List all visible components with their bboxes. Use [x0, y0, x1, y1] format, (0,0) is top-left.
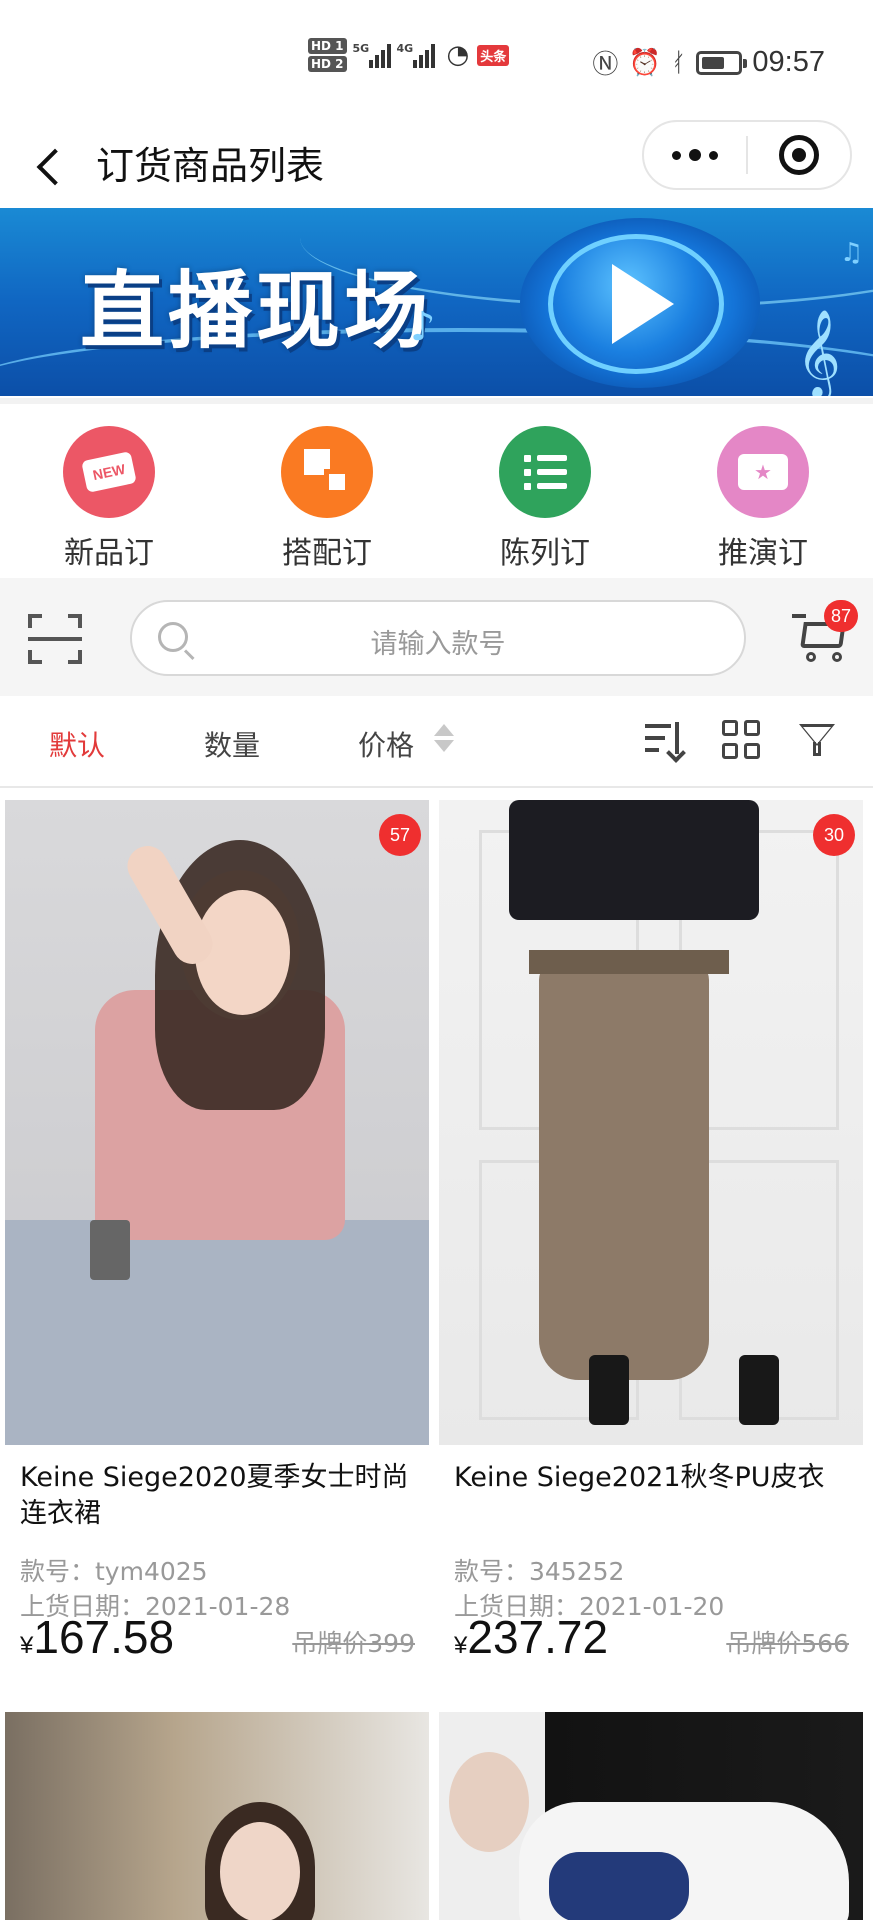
cart-badge: 87	[824, 600, 858, 632]
category-label: 搭配订	[282, 536, 372, 571]
product-style-no: 款号：tym4025	[20, 1557, 208, 1586]
page-title: 订货商品列表	[96, 144, 325, 188]
category-new-order[interactable]: NEW 新品订	[0, 404, 218, 578]
hd1-label: HD 1	[308, 38, 347, 54]
network-indicators: HD 1 HD 2 5G 4G ◔ 头条	[308, 38, 510, 72]
order-count-badge: 57	[379, 814, 421, 856]
battery-icon	[696, 50, 748, 75]
tag-price: 吊牌价566	[726, 1629, 849, 1658]
filter-icon[interactable]	[797, 720, 837, 760]
hd-icons: HD 1 HD 2	[308, 38, 347, 72]
product-card[interactable]	[5, 1712, 429, 1920]
category-label: 陈列订	[500, 536, 590, 571]
grid-view-icon[interactable]	[722, 720, 762, 760]
product-name: Keine Siege2021秋冬PU皮衣	[454, 1462, 825, 1493]
more-icon[interactable]	[644, 122, 746, 188]
toutiao-badge: 头条	[477, 44, 510, 66]
hd2-label: HD 2	[308, 56, 347, 72]
bluetooth-icon: ᚰ	[670, 47, 687, 78]
product-price: ¥167.58	[20, 1611, 175, 1663]
music-note-icon: ♫	[840, 238, 864, 268]
category-row: NEW 新品订 搭配订 陈列订 ★ 推演订	[0, 398, 873, 578]
sort-arrows-icon[interactable]	[434, 724, 454, 756]
category-label: 新品订	[64, 536, 154, 571]
play-icon	[548, 234, 724, 374]
clock: 09:57	[752, 46, 825, 78]
order-count-badge: 30	[813, 814, 855, 856]
product-image	[5, 800, 429, 1445]
product-image	[439, 800, 863, 1445]
product-card[interactable]	[439, 1712, 863, 1920]
match-icon	[281, 426, 373, 518]
wifi-icon: ◔	[446, 40, 470, 70]
close-miniprogram-icon[interactable]	[748, 122, 850, 188]
live-banner[interactable]: 直播现场 ♪ ♫ 𝄞	[0, 208, 873, 396]
category-label: 推演订	[718, 536, 808, 571]
nfc-icon: Ⓝ	[592, 50, 619, 80]
product-card[interactable]: 57 Keine Siege2020夏季女士时尚连衣裙 款号：tym4025 上…	[5, 800, 429, 1700]
system-icons: Ⓝ ⏰ ᚰ 09:57	[592, 44, 825, 81]
category-display-order[interactable]: 陈列订	[436, 404, 654, 578]
miniprogram-capsule	[642, 120, 852, 190]
list-icon	[499, 426, 591, 518]
product-style-no: 款号：345252	[454, 1557, 625, 1586]
sort-order-icon[interactable]	[645, 720, 685, 760]
sort-price-tab[interactable]: 价格	[358, 724, 414, 764]
sort-default-tab[interactable]: 默认	[49, 724, 105, 764]
signal-4g-icon: 4G	[397, 42, 435, 68]
tag-price: 吊牌价399	[292, 1629, 415, 1658]
back-icon[interactable]	[30, 134, 70, 194]
search-input[interactable]: 请输入款号	[130, 600, 746, 676]
search-placeholder: 请输入款号	[370, 629, 506, 660]
new-tag-icon: NEW	[63, 426, 155, 518]
music-note-icon: ♪	[410, 304, 436, 350]
banner-title: 直播现场	[80, 262, 433, 360]
ticket-icon: ★	[717, 426, 809, 518]
product-grid: 57 Keine Siege2020夏季女士时尚连衣裙 款号：tym4025 上…	[0, 790, 873, 1920]
sort-bar: 默认 数量 价格	[0, 696, 873, 788]
product-image	[5, 1712, 429, 1920]
category-simulate-order[interactable]: ★ 推演订	[654, 404, 872, 578]
scan-icon[interactable]	[28, 614, 82, 664]
nav-bar: 订货商品列表	[0, 120, 873, 208]
category-match-order[interactable]: 搭配订	[218, 404, 436, 578]
alarm-icon: ⏰	[628, 47, 661, 78]
signal-5g-icon: 5G	[353, 42, 391, 68]
product-image	[439, 1712, 863, 1920]
status-bar: HD 1 HD 2 5G 4G ◔ 头条 Ⓝ ⏰ ᚰ 09:57	[0, 0, 873, 120]
sort-quantity-tab[interactable]: 数量	[204, 724, 260, 764]
treble-clef-icon: 𝄞	[796, 308, 841, 396]
search-row: 请输入款号	[0, 578, 873, 696]
product-name: Keine Siege2020夏季女士时尚连衣裙	[20, 1462, 409, 1529]
product-card[interactable]: 30 Keine Siege2021秋冬PU皮衣 款号：345252 上货日期：…	[439, 800, 863, 1700]
product-price: ¥237.72	[454, 1611, 609, 1663]
